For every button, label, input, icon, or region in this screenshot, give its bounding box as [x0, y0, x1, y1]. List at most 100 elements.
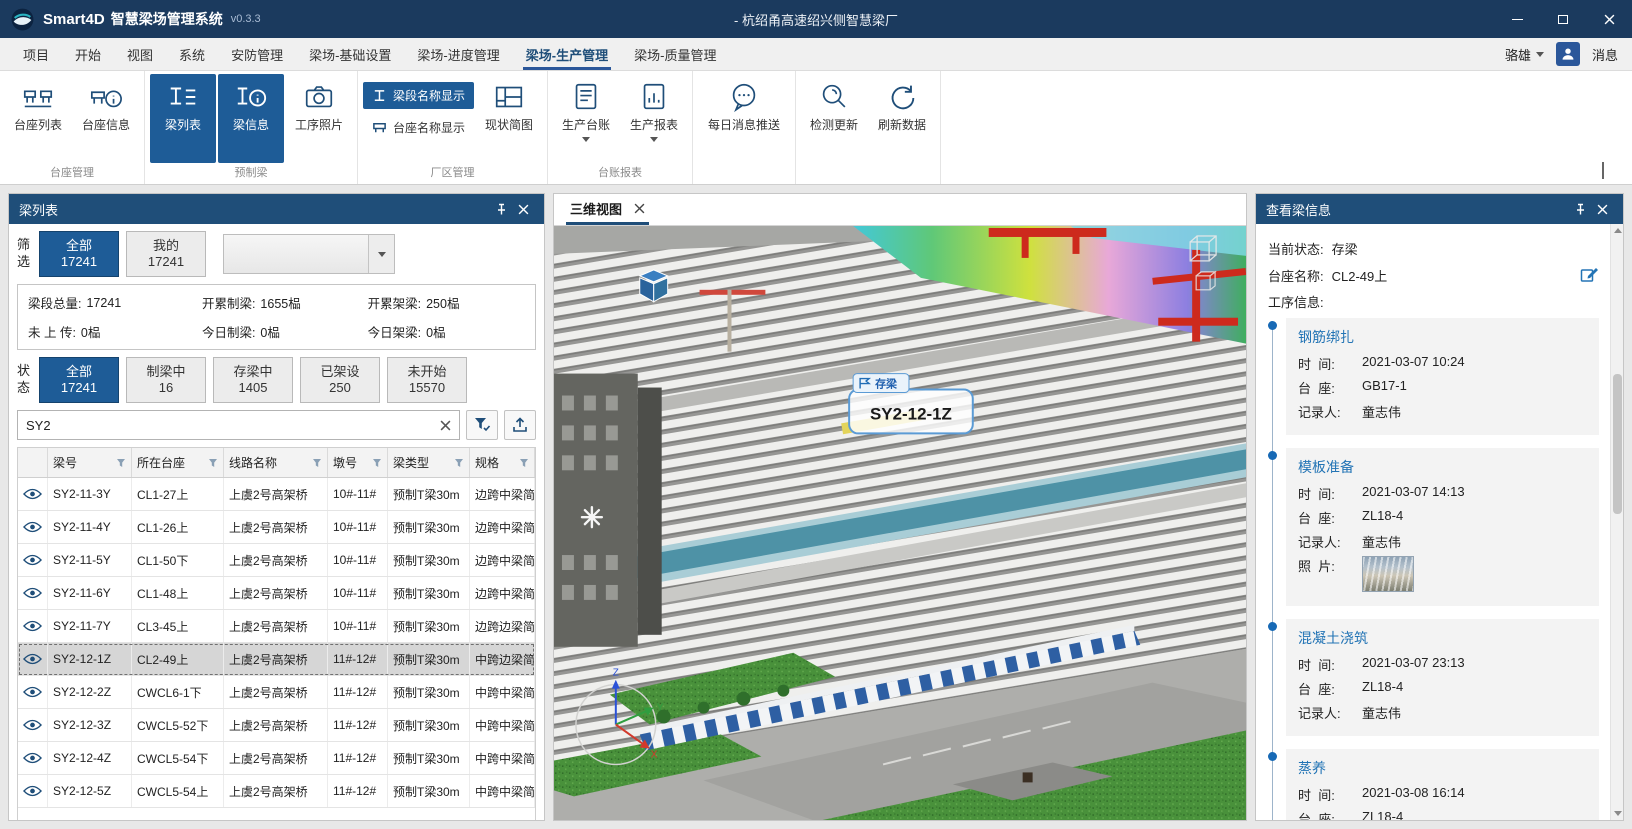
table-row[interactable]: SY2-12-5Z CWCL5-54上 上虞2号高架桥 11#-12# 预制T梁… [18, 775, 535, 808]
beam-info-button[interactable]: 梁信息 [218, 74, 284, 163]
panel-scrollbar[interactable] [1610, 224, 1623, 820]
production-report-button[interactable]: 生产报表 [621, 74, 687, 163]
process-photos-label: 工序照片 [295, 119, 343, 133]
view-beam-icon[interactable] [23, 653, 42, 665]
panel-close-button[interactable] [1591, 198, 1613, 220]
pedestal-list-button[interactable]: 台座列表 [5, 74, 71, 163]
process-item-formwork: 模板准备 时 间:2021-03-07 14:13 台 座:ZL18-4 记录人… [1286, 448, 1599, 606]
menu-item-production[interactable]: 梁场-生产管理 [513, 38, 621, 70]
process-name-link[interactable]: 蒸养 [1298, 758, 1587, 778]
table-row[interactable]: SY2-11-7Y CL3-45上 上虞2号高架桥 10#-11# 预制T梁30… [18, 610, 535, 643]
table-row-selected[interactable]: SY2-12-1Z CL2-49上 上虞2号高架桥 11#-12# 预制T梁30… [18, 643, 535, 676]
filter-tab-all[interactable]: 全部 17241 [39, 231, 119, 277]
view-beam-icon[interactable] [23, 686, 42, 698]
table-row[interactable]: SY2-11-5Y CL1-50下 上虞2号高架桥 10#-11# 预制T梁30… [18, 544, 535, 577]
export-button[interactable] [504, 410, 536, 440]
clear-search-icon[interactable] [440, 420, 451, 431]
table-row[interactable]: SY2-11-4Y CL1-26上 上虞2号高架桥 10#-11# 预制T梁30… [18, 511, 535, 544]
seat-value: ZL18-4 [1362, 508, 1403, 523]
status-tab-erected[interactable]: 已架设 250 [300, 357, 380, 403]
process-photo-thumbnail[interactable] [1362, 556, 1414, 592]
production-ledger-button[interactable]: 生产台账 [553, 74, 619, 163]
beam-info-panel-header: 查看梁信息 [1256, 194, 1623, 224]
refresh-data-button[interactable]: 刷新数据 [869, 74, 935, 163]
menu-item-quality[interactable]: 梁场-质量管理 [621, 38, 729, 70]
tab-3d-view[interactable]: 三维视图 [566, 194, 649, 225]
combobox-chevron[interactable] [368, 235, 394, 273]
cell-seat: CWCL5-54上 [132, 775, 224, 807]
filter-combobox[interactable] [223, 234, 395, 274]
process-photos-button[interactable]: 工序照片 [286, 74, 352, 163]
status-sketch-button[interactable]: 现状简图 [476, 74, 542, 163]
status-tab-not-started[interactable]: 未开始 15570 [387, 357, 467, 403]
status-tab-label: 已架设 [320, 365, 359, 379]
scroll-down-arrow[interactable] [1611, 807, 1624, 820]
user-avatar[interactable] [1556, 42, 1580, 66]
filter-button[interactable] [466, 410, 498, 440]
table-row[interactable]: SY2-12-2Z CWCL6-1下 上虞2号高架桥 11#-12# 预制T梁3… [18, 676, 535, 709]
menu-item-project[interactable]: 项目 [10, 38, 62, 70]
status-tab-making[interactable]: 制梁中 16 [126, 357, 206, 403]
close-button[interactable] [1586, 0, 1632, 38]
menu-item-system[interactable]: 系统 [166, 38, 218, 70]
panel-close-button[interactable] [512, 198, 534, 220]
column-header-type[interactable]: 梁类型 [388, 448, 470, 477]
scrollbar-thumb[interactable] [1613, 374, 1622, 514]
pedestal-list-label: 台座列表 [14, 119, 62, 133]
table-row[interactable]: SY2-11-6Y CL1-48上 上虞2号高架桥 10#-11# 预制T梁30… [18, 577, 535, 610]
ribbon-collapse-button[interactable] [1602, 164, 1616, 176]
column-filter-icon[interactable] [116, 458, 126, 468]
user-menu[interactable]: 骆雄 [1505, 45, 1544, 64]
menu-item-view[interactable]: 视图 [114, 38, 166, 70]
column-filter-icon[interactable] [208, 458, 218, 468]
menu-item-basic-settings[interactable]: 梁场-基础设置 [296, 38, 404, 70]
status-tab-stored[interactable]: 存梁中 1405 [213, 357, 293, 403]
view-beam-icon[interactable] [23, 620, 42, 632]
filter-tab-mine[interactable]: 我的 17241 [126, 231, 206, 277]
column-header-pier[interactable]: 墩号 [328, 448, 388, 477]
pin-button[interactable] [1569, 198, 1591, 220]
process-name-link[interactable]: 钢筋绑扎 [1298, 327, 1587, 347]
search-input[interactable] [26, 418, 440, 433]
stat-label: 开累制梁: [202, 293, 255, 312]
process-name-link[interactable]: 模板准备 [1298, 457, 1587, 477]
process-name-link[interactable]: 混凝土浇筑 [1298, 628, 1587, 648]
menu-item-progress[interactable]: 梁场-进度管理 [404, 38, 512, 70]
pedestal-info-label: 台座信息 [82, 119, 130, 133]
column-filter-icon[interactable] [312, 458, 322, 468]
tab-close-icon[interactable] [634, 203, 645, 214]
pedestal-name-display-toggle[interactable]: 台座名称显示 [363, 114, 474, 141]
beam-list-button[interactable]: 梁列表 [150, 74, 216, 163]
status-tab-all[interactable]: 全部 17241 [39, 357, 119, 403]
beam-name-display-toggle[interactable]: 梁段名称显示 [363, 82, 474, 109]
pedestal-info-button[interactable]: 台座信息 [73, 74, 139, 163]
view-beam-icon[interactable] [23, 488, 42, 500]
check-update-button[interactable]: 检测更新 [801, 74, 867, 163]
table-row[interactable]: SY2-12-3Z CWCL5-52下 上虞2号高架桥 11#-12# 预制T梁… [18, 709, 535, 742]
maximize-button[interactable] [1540, 0, 1586, 38]
view-beam-icon[interactable] [23, 785, 42, 797]
column-header-seat[interactable]: 所在台座 [132, 448, 224, 477]
view-beam-icon[interactable] [23, 587, 42, 599]
table-row[interactable]: SY2-12-4Z CWCL5-54下 上虞2号高架桥 11#-12# 预制T梁… [18, 742, 535, 775]
pin-button[interactable] [490, 198, 512, 220]
menu-item-start[interactable]: 开始 [62, 38, 114, 70]
minimize-button[interactable] [1494, 0, 1540, 38]
column-filter-icon[interactable] [372, 458, 382, 468]
view-beam-icon[interactable] [23, 752, 42, 764]
menu-item-security[interactable]: 安防管理 [218, 38, 296, 70]
messages-button[interactable]: 消息 [1592, 45, 1618, 64]
table-row[interactable]: SY2-11-3Y CL1-27上 上虞2号高架桥 10#-11# 预制T梁30… [18, 478, 535, 511]
column-filter-icon[interactable] [519, 458, 529, 468]
edit-button[interactable] [1579, 265, 1599, 285]
3d-scene[interactable]: 存梁 SY2-12-1Z Z Y X [554, 226, 1246, 820]
column-filter-icon[interactable] [454, 458, 464, 468]
column-header-spec[interactable]: 规格 [470, 448, 535, 477]
daily-message-push-button[interactable]: 每日消息推送 [698, 74, 790, 163]
view-beam-icon[interactable] [23, 521, 42, 533]
view-beam-icon[interactable] [23, 719, 42, 731]
column-header-beam-no[interactable]: 梁号 [48, 448, 132, 477]
column-header-line[interactable]: 线路名称 [224, 448, 328, 477]
view-beam-icon[interactable] [23, 554, 42, 566]
scroll-up-arrow[interactable] [1611, 224, 1624, 237]
